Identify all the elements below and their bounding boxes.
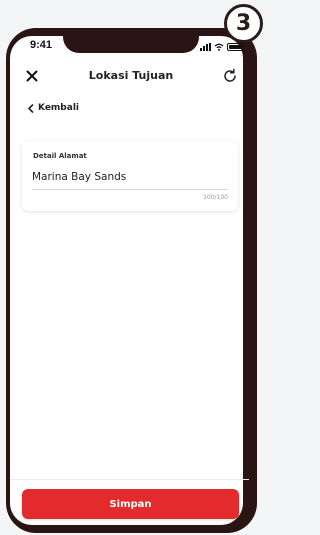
save-button[interactable]: Simpan (22, 489, 239, 519)
page-title: Lokasi Tujuan (88, 69, 174, 82)
page-header: Lokasi Tujuan (16, 64, 246, 88)
chevron-left-icon (28, 103, 34, 113)
back-link-label: Kembali (38, 103, 79, 113)
status-time: 9:41 (30, 39, 53, 51)
back-link[interactable]: Kembali (27, 103, 79, 113)
status-icons (200, 42, 244, 51)
refresh-icon[interactable] (222, 68, 238, 84)
wifi-icon (214, 43, 224, 51)
step-badge: 3 (224, 4, 263, 43)
battery-icon (227, 42, 244, 51)
phone-notch (63, 28, 199, 53)
footer-divider (10, 479, 249, 480)
signal-icon (200, 42, 211, 51)
address-label: Detail Alamat (33, 152, 87, 160)
address-input[interactable] (32, 165, 228, 190)
char-counter: 100/100 (203, 194, 228, 201)
address-card: Detail Alamat 100/100 (22, 141, 238, 211)
